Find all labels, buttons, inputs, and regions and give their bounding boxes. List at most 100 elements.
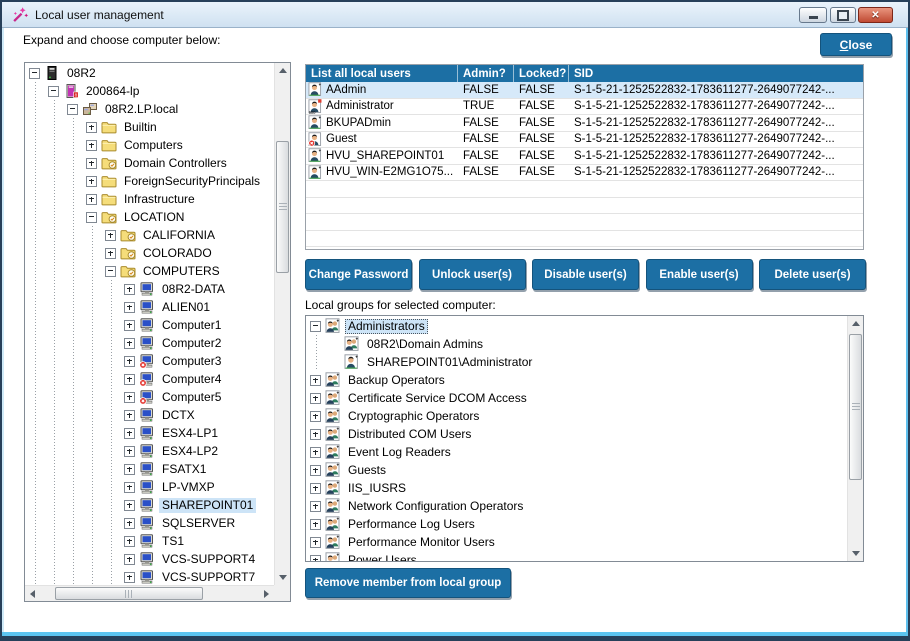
expand-toggle-icon[interactable]: [124, 320, 135, 331]
tree-item-label[interactable]: VCS-SUPPORT4: [159, 552, 258, 567]
tree-item[interactable]: 08R2-DATA: [25, 280, 274, 298]
users-column-header[interactable]: SID: [569, 65, 863, 82]
tree-item[interactable]: Computer1: [25, 316, 274, 334]
tree-item-label[interactable]: Event Log Readers: [345, 445, 454, 460]
tree-item[interactable]: SQLSERVER: [25, 514, 274, 532]
computer-tree-horizontal-scrollbar[interactable]: [25, 585, 274, 601]
tree-item-label[interactable]: Network Configuration Operators: [345, 499, 526, 514]
expand-toggle-icon[interactable]: [124, 302, 135, 313]
tree-item[interactable]: Computer4: [25, 370, 274, 388]
user-row[interactable]: 500AdministratorTRUEFALSES-1-5-21-125252…: [306, 99, 863, 116]
tree-item[interactable]: VCS-SUPPORT4: [25, 550, 274, 568]
tree-item[interactable]: Computer3: [25, 352, 274, 370]
expand-toggle-icon[interactable]: [124, 572, 135, 583]
tree-item-label[interactable]: LP-VMXP: [159, 480, 218, 495]
expand-toggle-icon[interactable]: [86, 158, 97, 169]
scroll-left-arrow[interactable]: [25, 586, 40, 602]
tree-item[interactable]: COLORADO: [25, 244, 274, 262]
expand-toggle-icon[interactable]: [124, 554, 135, 565]
tree-item-label[interactable]: COMPUTERS: [140, 264, 223, 279]
tree-item-label[interactable]: VCS-SUPPORT7: [159, 570, 258, 585]
tree-item[interactable]: ALIEN01: [25, 298, 274, 316]
expand-toggle-icon[interactable]: [124, 500, 135, 511]
tree-item[interactable]: Computer2: [25, 334, 274, 352]
expand-toggle-icon[interactable]: [310, 447, 321, 458]
enable-users-button[interactable]: Enable user(s): [646, 259, 753, 290]
change-password-button[interactable]: Change Password: [305, 259, 412, 290]
tree-item[interactable]: CALIFORNIA: [25, 226, 274, 244]
tree-item-label[interactable]: 200864-lp: [83, 84, 142, 99]
collapse-toggle-icon[interactable]: [105, 266, 116, 277]
expand-toggle-icon[interactable]: [124, 446, 135, 457]
expand-toggle-icon[interactable]: [124, 464, 135, 475]
tree-item[interactable]: DCTX: [25, 406, 274, 424]
user-row[interactable]: AAdminFALSEFALSES-1-5-21-1252522832-1783…: [306, 82, 863, 99]
delete-users-button[interactable]: Delete user(s): [759, 259, 866, 290]
collapse-toggle-icon[interactable]: [29, 68, 40, 79]
tree-item-label[interactable]: Computer1: [159, 318, 224, 333]
tree-item-label[interactable]: Power Users: [345, 553, 420, 562]
expand-toggle-icon[interactable]: [310, 411, 321, 422]
tree-item[interactable]: VCS-SUPPORT7: [25, 568, 274, 585]
computer-tree-vertical-scrollbar[interactable]: [274, 63, 290, 585]
expand-toggle-icon[interactable]: [124, 338, 135, 349]
tree-item[interactable]: Network Configuration Operators: [306, 497, 847, 515]
tree-item-label[interactable]: 08R2-DATA: [159, 282, 228, 297]
tree-item[interactable]: Domain Controllers: [25, 154, 274, 172]
scrollbar-thumb[interactable]: [849, 334, 862, 480]
expand-toggle-icon[interactable]: [124, 284, 135, 295]
expand-toggle-icon[interactable]: [124, 536, 135, 547]
tree-item-label[interactable]: DCTX: [159, 408, 198, 423]
tree-item[interactable]: Administrators: [306, 317, 847, 335]
tree-item-label[interactable]: Computer3: [159, 354, 224, 369]
tree-item-label[interactable]: SHAREPOINT01: [159, 498, 256, 513]
tree-item-label[interactable]: Performance Log Users: [345, 517, 478, 532]
tree-item-label[interactable]: Distributed COM Users: [345, 427, 474, 442]
expand-toggle-icon[interactable]: [310, 519, 321, 530]
tree-item[interactable]: ForeignSecurityPrincipals: [25, 172, 274, 190]
tree-item[interactable]: Builtin: [25, 118, 274, 136]
tree-item-label[interactable]: CALIFORNIA: [140, 228, 218, 243]
tree-item-label[interactable]: IIS_IUSRS: [345, 481, 409, 496]
expand-toggle-icon[interactable]: [86, 176, 97, 187]
window-close-button[interactable]: [858, 7, 893, 23]
maximize-button[interactable]: [830, 7, 856, 23]
expand-toggle-icon[interactable]: [124, 482, 135, 493]
tree-item-label[interactable]: ForeignSecurityPrincipals: [121, 174, 263, 189]
unlock-users-button[interactable]: Unlock user(s): [419, 259, 526, 290]
tree-item-label[interactable]: Computer5: [159, 390, 224, 405]
expand-toggle-icon[interactable]: [124, 410, 135, 421]
tree-item[interactable]: COMPUTERS: [25, 262, 274, 280]
user-row[interactable]: HVU_WIN-E2MG1O75...FALSEFALSES-1-5-21-12…: [306, 165, 863, 182]
tree-item-label[interactable]: Computers: [121, 138, 186, 153]
tree-item[interactable]: 08R2: [25, 64, 274, 82]
tree-item[interactable]: Computer5: [25, 388, 274, 406]
scroll-down-arrow[interactable]: [275, 570, 291, 585]
tree-item[interactable]: Guests: [306, 461, 847, 479]
tree-item[interactable]: LOCATION: [25, 208, 274, 226]
close-button[interactable]: Close: [820, 33, 892, 56]
tree-item[interactable]: SHAREPOINT01: [25, 496, 274, 514]
tree-item[interactable]: Computers: [25, 136, 274, 154]
tree-item[interactable]: LP-VMXP: [25, 478, 274, 496]
tree-item-label[interactable]: Certificate Service DCOM Access: [345, 391, 530, 406]
tree-item-label[interactable]: LOCATION: [121, 210, 187, 225]
expand-toggle-icon[interactable]: [86, 122, 97, 133]
collapse-toggle-icon[interactable]: [86, 212, 97, 223]
tree-item-label[interactable]: Performance Monitor Users: [345, 535, 498, 550]
expand-toggle-icon[interactable]: [124, 518, 135, 529]
collapse-toggle-icon[interactable]: [310, 321, 321, 332]
user-row[interactable]: HVU_SHAREPOINT01FALSEFALSES-1-5-21-12525…: [306, 148, 863, 165]
scrollbar-thumb[interactable]: [55, 587, 203, 600]
tree-item[interactable]: Performance Log Users: [306, 515, 847, 533]
tree-item[interactable]: Cryptographic Operators: [306, 407, 847, 425]
tree-item-label[interactable]: Cryptographic Operators: [345, 409, 482, 424]
tree-item[interactable]: 08R2.LP.local: [25, 100, 274, 118]
tree-item-label[interactable]: Backup Operators: [345, 373, 448, 388]
expand-toggle-icon[interactable]: [86, 140, 97, 151]
tree-item[interactable]: Power Users: [306, 551, 847, 561]
tree-item-label[interactable]: 08R2: [64, 66, 99, 81]
tree-item-label[interactable]: SQLSERVER: [159, 516, 238, 531]
tree-item[interactable]: ESX4-LP2: [25, 442, 274, 460]
tree-item[interactable]: SHAREPOINT01\Administrator: [306, 353, 847, 371]
